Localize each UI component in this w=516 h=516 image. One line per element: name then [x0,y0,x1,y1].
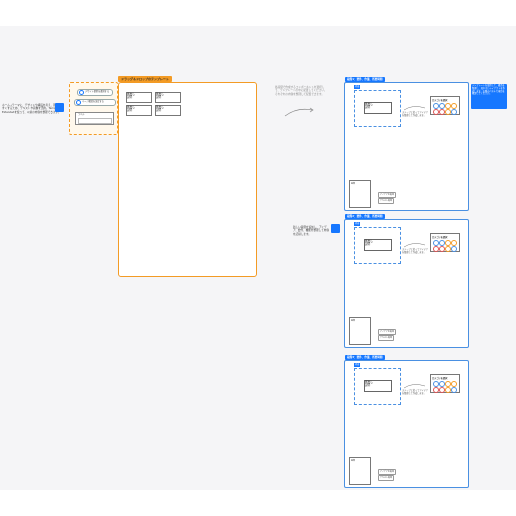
flow-note: ステップに従ってアイデアを整理して作成します。 [402,248,429,254]
add-text-button[interactable]: テキスト追加 [378,475,394,481]
content-tag: 内容 [354,363,361,367]
curved-arrow-icon [284,107,314,117]
drop-zone[interactable]: 見出し 説明 [354,90,401,127]
card-sub: 説明 [156,109,162,113]
stage-section-2[interactable]: 段階2：要件、作業、所要時間 内容 見出し 説明 ステップに従ってアイデアを整理… [344,214,469,348]
radio-icon [79,90,84,95]
zone-card[interactable]: 見出し 説明 [364,380,392,392]
stage-callout-note: 新しい段階を追加し、アイデア、要件、機能を整理して内容を記録します。 [293,226,329,236]
circle-option[interactable] [451,387,457,393]
template-card[interactable]: 見出し 説明 [155,92,181,103]
flow-note: ステップに従ってアイデアを整理して作成します。 [402,389,429,395]
palette-title: カテゴリを選択 [432,377,448,380]
radio-icon [76,100,81,105]
card-sub: 説明 [365,106,371,110]
zone-card[interactable]: 見出し 説明 [364,239,392,251]
drag-pill-design[interactable]: デザイン要素を選択する [77,89,113,96]
drop-zone[interactable]: 見出し 説明 [354,227,401,264]
template-card[interactable]: 見出し 説明 [155,105,181,116]
label-input[interactable]: ラベル [75,112,114,125]
circle-option[interactable] [451,109,457,115]
template-card[interactable]: 見出し 説明 [126,105,152,116]
template-frame[interactable]: 見出し 説明 見出し 説明 見出し 説明 見出し 説明 [118,82,257,277]
card-sub: 説明 [127,109,133,113]
card-sub: 説明 [365,384,371,388]
palette-title: カテゴリを選択 [432,99,448,102]
content-tag: 内容 [354,222,361,226]
category-palette[interactable]: カテゴリを選択 [430,233,460,252]
section-title: 段階1：要件、作業、所要時間 [345,77,385,82]
category-palette[interactable]: カテゴリを選択 [430,374,460,393]
image-thumbnail[interactable]: 画像 [349,180,371,208]
info-callout-icon[interactable] [331,224,340,233]
info-callout-icon[interactable] [55,103,64,112]
stage-section-3[interactable]: 段階3：要件、作業、所要時間 内容 見出し 説明 ステップに従ってアイデアを整理… [344,355,469,488]
middle-instruction-note: 各段階で作成するコンポーネントを選択して、テンプレートの中に配置してください。そ… [275,86,327,96]
content-tag: 内容 [354,85,361,89]
drag-source-panel[interactable]: デザイン要素を選択する ページ構造を決定する ラベル [69,82,118,135]
flow-note: ステップに従ってアイデアを整理して作成します。 [402,111,429,117]
circle-option[interactable] [451,246,457,252]
template-card[interactable]: 見出し 説明 [126,92,152,103]
category-palette[interactable]: カテゴリを選択 [430,96,460,115]
card-sub: 説明 [365,243,371,247]
section-title: 段階2：要件、作業、所要時間 [345,214,385,219]
whiteboard-canvas[interactable]: ホーム→テーマに、デザインや構造を考え、理解しやすくするため、テキストや画像を活… [0,26,516,490]
card-sub: 説明 [156,96,162,100]
section-title: 段階3：要件、作業、所要時間 [345,355,385,360]
image-thumbnail[interactable]: 画像 [349,317,371,345]
drag-pill-structure[interactable]: ページ構造を決定する [74,99,116,106]
zone-card[interactable]: 見出し 説明 [364,102,392,114]
stage-section-1[interactable]: 段階1：要件、作業、所要時間 内容 見出し 説明 ステップに従ってアイデアを整理… [344,77,469,211]
add-text-button[interactable]: テキスト追加 [378,198,394,204]
drop-zone[interactable]: 見出し 説明 [354,368,401,405]
palette-title: カテゴリを選択 [432,236,448,239]
tip-box: テンプレートを使用して、構造を整理し、見やすいレイアウトを作成します。右側のパネ… [471,84,507,109]
image-thumbnail[interactable]: 画像 [349,457,371,485]
add-text-button[interactable]: テキスト追加 [378,335,394,341]
card-sub: 説明 [127,96,133,100]
label-input-field[interactable] [78,118,112,124]
